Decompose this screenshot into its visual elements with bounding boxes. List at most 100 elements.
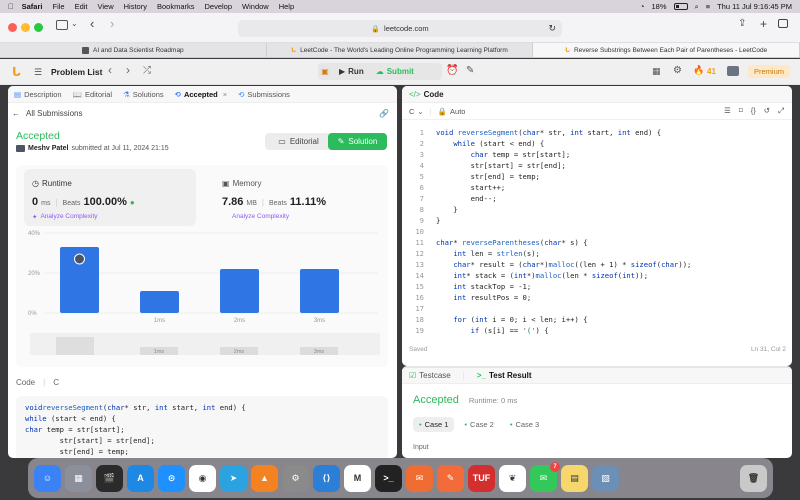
tab-submissions[interactable]: ⟲ Submissions bbox=[238, 90, 290, 99]
dock-messages-icon[interactable]: ✉ 7 bbox=[530, 461, 560, 492]
memory-analyze[interactable]: Analyze Complexity bbox=[232, 213, 289, 220]
case-2-tab[interactable]: • Case 2 bbox=[458, 417, 499, 432]
all-submissions-link[interactable]: All Submissions bbox=[26, 109, 82, 118]
dock-vs-code-icon[interactable]: ⟨⟩ bbox=[313, 464, 340, 492]
run-button[interactable]: ▶ Run bbox=[332, 67, 371, 76]
premium-button[interactable]: Premium bbox=[748, 65, 791, 78]
close-tab-icon[interactable]: × bbox=[223, 90, 227, 99]
dock-terminal-icon[interactable]: >_ bbox=[375, 464, 402, 492]
debug-icon[interactable]: ▣ bbox=[318, 67, 332, 76]
code-line[interactable]: 8 } bbox=[402, 204, 792, 215]
editorial-button[interactable]: ▭ Editorial bbox=[265, 133, 332, 150]
dock-safari-icon[interactable]: ⊙ bbox=[158, 464, 185, 492]
timer-icon[interactable]: ⏰ bbox=[446, 65, 458, 76]
user-name[interactable]: Meshv Patel bbox=[28, 145, 68, 152]
browser-tab-problem[interactable]: ᒐ Reverse Substrings Between Each Pair o… bbox=[533, 43, 800, 57]
code-line[interactable]: 1 void reverseSegment(char* str, int star… bbox=[402, 127, 792, 138]
problem-list-link[interactable]: Problem List bbox=[51, 67, 102, 77]
code-line[interactable]: 2 while (start < end) { bbox=[402, 138, 792, 149]
code-line[interactable]: 16 int resultPos = 0; bbox=[402, 292, 792, 303]
code-line[interactable]: 14 int* stack = (int*)malloc(len * sizeo… bbox=[402, 270, 792, 281]
tab-description[interactable]: ▤ Description bbox=[14, 90, 62, 99]
dock-mongodb-icon[interactable]: ❦ bbox=[499, 464, 526, 492]
close-window-icon[interactable] bbox=[8, 23, 17, 32]
format-icon[interactable]: ☰ bbox=[724, 106, 731, 116]
dock-system-settings-icon[interactable]: ⚙ bbox=[282, 464, 309, 492]
dock-pen-icon[interactable]: ✎ bbox=[437, 464, 464, 492]
menu-edit[interactable]: Edit bbox=[75, 2, 88, 11]
dock-vlc-icon[interactable]: ▲ bbox=[251, 464, 278, 492]
menu-bookmarks[interactable]: Bookmarks bbox=[157, 2, 195, 11]
next-problem-icon[interactable]: › bbox=[126, 63, 130, 77]
expand-icon[interactable]: ⤢ bbox=[778, 106, 784, 116]
tab-testcase[interactable]: ☑ Testcase bbox=[409, 371, 451, 380]
menu-file[interactable]: File bbox=[52, 2, 64, 11]
prev-problem-icon[interactable]: ‹ bbox=[108, 63, 112, 77]
streak-count[interactable]: 41 bbox=[707, 67, 716, 76]
dock-preview-icon[interactable]: ▨ bbox=[592, 464, 619, 492]
reset-icon[interactable]: ↺ bbox=[764, 106, 770, 116]
apple-icon[interactable]:  bbox=[8, 2, 14, 11]
chevron-down-icon[interactable]: ⌄ bbox=[71, 19, 78, 28]
wifi-icon[interactable]: ◔ bbox=[640, 2, 645, 11]
dock-postman-icon[interactable]: ✉ bbox=[406, 464, 433, 492]
code-line[interactable]: 15 int stackTop = -1; bbox=[402, 281, 792, 292]
code-line[interactable]: 4 str[start] = str[end]; bbox=[402, 160, 792, 171]
user-avatar[interactable] bbox=[16, 145, 25, 152]
code-line[interactable]: 9} bbox=[402, 215, 792, 226]
share-icon[interactable]: ⇪ bbox=[738, 18, 746, 29]
code-line[interactable]: 19 if (s[i] == '(') { bbox=[402, 325, 792, 336]
minimize-window-icon[interactable] bbox=[21, 23, 30, 32]
code-line[interactable]: 6 start++; bbox=[402, 182, 792, 193]
settings-icon[interactable]: ⚙ bbox=[673, 65, 682, 76]
bookmark-icon[interactable]: ⌑ bbox=[739, 106, 743, 116]
dock-app-store-icon[interactable]: A bbox=[127, 464, 154, 492]
dock-telegram-icon[interactable]: ➤ bbox=[220, 464, 247, 492]
address-bar[interactable]: 🔒 leetcode.com ↻ bbox=[238, 20, 562, 37]
dock-trash-icon[interactable]: 🗑 bbox=[740, 464, 767, 492]
shuffle-icon[interactable]: ⤮ bbox=[143, 65, 151, 76]
runtime-card[interactable]: ◷ Runtime 0 ms | Beats 100.00% ● ✦ Analyze… bbox=[24, 169, 196, 226]
browser-tab-roadmap[interactable]: AI and Data Scientist Roadmap bbox=[0, 43, 267, 57]
solution-button[interactable]: ✎ Solution bbox=[328, 133, 387, 150]
dock-notes-icon[interactable]: ▤ bbox=[561, 464, 588, 492]
runtime-distribution-chart[interactable]: 40% 20% 0% 1ms 2ms 3ms 1ms 2ms 3ms bbox=[16, 227, 388, 362]
case-3-tab[interactable]: • Case 3 bbox=[504, 417, 545, 432]
control-center-icon[interactable]: ≡ bbox=[706, 2, 710, 11]
leetcode-logo-icon[interactable]: ᒐ bbox=[12, 65, 21, 79]
arrow-left-icon[interactable]: ← bbox=[12, 109, 20, 118]
code-line[interactable]: 3 char temp = str[start]; bbox=[402, 149, 792, 160]
code-line[interactable]: 17 bbox=[402, 303, 792, 314]
menu-view[interactable]: View bbox=[98, 2, 114, 11]
layout-icon[interactable]: ▦ bbox=[652, 66, 661, 77]
dock-tuf-icon[interactable]: TUF bbox=[468, 464, 495, 492]
menu-history[interactable]: History bbox=[124, 2, 147, 11]
dock-gmail-icon[interactable]: M bbox=[344, 464, 371, 492]
case-1-tab[interactable]: • Case 1 bbox=[413, 417, 455, 432]
search-icon[interactable]: ⌕ bbox=[695, 2, 699, 12]
dock-launchpad-icon[interactable]: ▦ bbox=[65, 464, 92, 492]
language-select[interactable]: C ⌄ bbox=[409, 107, 424, 116]
code-editor[interactable]: 1 void reverseSegment(char* str, int star… bbox=[402, 126, 792, 336]
memory-card[interactable]: ▣ Memory 7.86 MB | Beats 11.11% Analyze C… bbox=[214, 169, 384, 226]
code-line[interactable]: 13 char* result = (char*)malloc((len + 1… bbox=[402, 259, 792, 270]
problem-list-icon[interactable]: ☰ bbox=[34, 67, 42, 78]
tab-solutions[interactable]: ⚗ Solutions bbox=[123, 90, 164, 99]
menu-help[interactable]: Help bbox=[279, 2, 294, 11]
tab-editorial[interactable]: 📖 Editorial bbox=[73, 90, 112, 99]
browser-tab-leetcode[interactable]: ᒐ LeetCode - The World's Leading Online … bbox=[267, 43, 534, 57]
clock[interactable]: Thu 11 Jul 9:16:45 PM bbox=[717, 2, 792, 11]
avatar[interactable] bbox=[727, 66, 739, 76]
auto-mode-toggle[interactable]: 🔒 Auto bbox=[438, 107, 466, 116]
menu-app-name[interactable]: Safari bbox=[22, 2, 43, 11]
tab-overview-icon[interactable] bbox=[778, 19, 788, 28]
dock-finder-icon[interactable]: ☺ bbox=[34, 464, 61, 492]
link-icon[interactable]: 🔗 bbox=[379, 109, 389, 118]
runtime-analyze[interactable]: ✦ Analyze Complexity bbox=[32, 213, 98, 221]
tab-test-result[interactable]: >_ Test Result bbox=[477, 371, 532, 380]
code-line[interactable]: 18 for (int i = 0; i < len; i++) { bbox=[402, 314, 792, 325]
submit-button[interactable]: ☁ Submit bbox=[371, 67, 419, 76]
back-icon[interactable]: ‹ bbox=[90, 16, 94, 31]
new-tab-icon[interactable]: + bbox=[760, 17, 767, 31]
code-line[interactable]: 10 bbox=[402, 226, 792, 237]
